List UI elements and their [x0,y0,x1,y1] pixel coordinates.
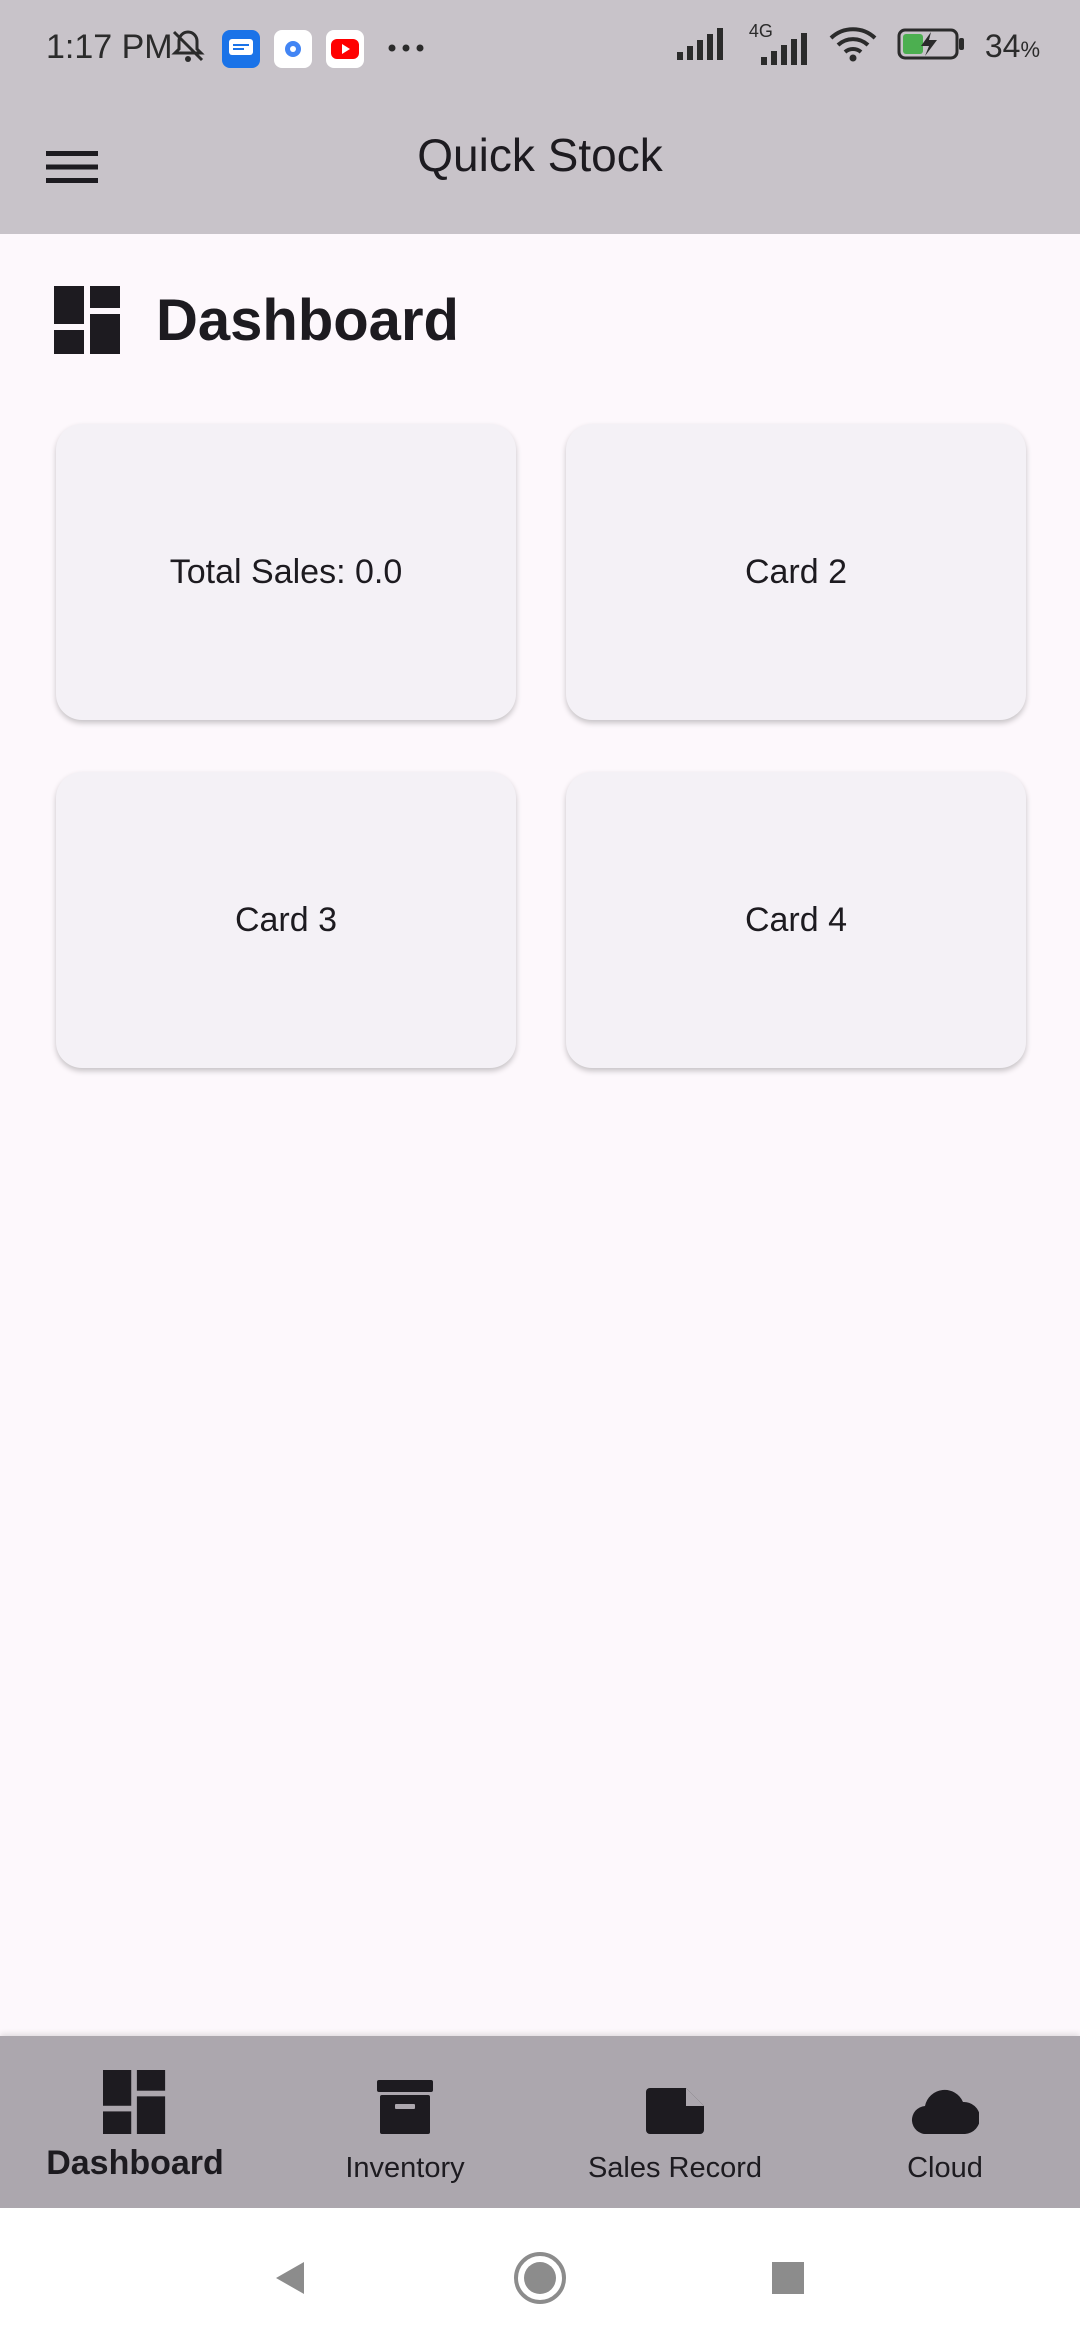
youtube-icon [326,29,364,68]
mute-icon [168,26,208,71]
page-title: Dashboard [156,287,459,353]
status-notification-icons [168,26,426,71]
note-icon [646,2088,704,2134]
card-label: Card 2 [744,552,848,591]
card-label: Total Sales: 0.0 [169,552,403,591]
app-bar: Quick Stock [0,100,1080,234]
status-system-icons: 4G 34% [675,21,1040,69]
card-3[interactable]: Card 3 [56,772,516,1068]
dashboard-icon [54,286,120,354]
nav-label-sales-record: Sales Record [587,2152,763,2184]
recents-button[interactable] [758,2248,818,2308]
archive-icon [377,2080,433,2134]
more-dots-icon [386,40,426,58]
home-button[interactable] [510,2248,570,2308]
card-4[interactable]: Card 4 [566,772,1026,1068]
cloud-icon [911,2089,979,2134]
card-label: Card 4 [744,900,848,939]
system-navigation-bar [0,2208,1080,2340]
nav-item-inventory[interactable]: Inventory [270,2036,540,2208]
card-2[interactable]: Card 2 [566,424,1026,720]
battery-level: 34% [984,28,1040,64]
nav-item-sales-record[interactable]: Sales Record [540,2036,810,2208]
message-icon [222,29,260,68]
back-triangle-icon [276,2262,304,2294]
bottom-navigation: Dashboard Inventory Sales Record Cloud [0,2036,1080,2208]
home-circle-icon [514,2252,566,2304]
battery-charging-icon [897,26,967,67]
card-label: Card 3 [234,900,338,939]
dashboard-icon [103,2070,166,2134]
nav-item-dashboard[interactable]: Dashboard [0,2036,270,2208]
back-button[interactable] [260,2248,320,2308]
nav-item-cloud[interactable]: Cloud [810,2036,1080,2208]
nav-label-cloud: Cloud [907,2152,983,2184]
app-title: Quick Stock [417,129,663,181]
signal-icon [675,26,725,67]
page-header: Dashboard [54,286,459,354]
status-time: 1:17 PM [46,28,173,66]
settings-app-icon [274,29,312,68]
status-bar: 1:17 PM 4G 34% [0,0,1080,100]
nav-label-dashboard: Dashboard [46,2144,224,2182]
wifi-icon [827,24,879,69]
nav-label-inventory: Inventory [345,2152,465,2184]
signal-4g-icon: 4G [743,21,809,67]
total-sales-card[interactable]: Total Sales: 0.0 [56,424,516,720]
recents-square-icon [772,2262,804,2294]
